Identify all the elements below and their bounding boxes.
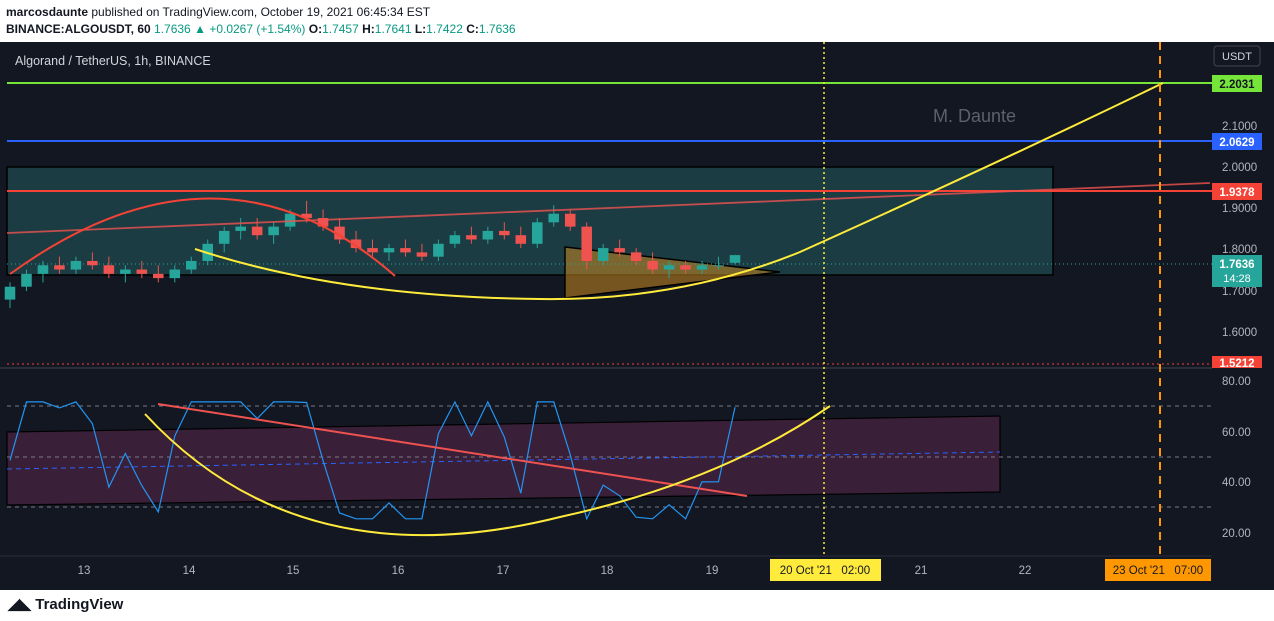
candle-body xyxy=(367,248,378,253)
last-price-label: 1.7636 xyxy=(1219,259,1254,271)
open-value: 1.7457 xyxy=(322,22,359,36)
time-marker-23oct: 23 Oct '21 07:00 xyxy=(1113,565,1203,577)
tradingview-logo[interactable]: ◢◣ TradingView xyxy=(8,595,123,613)
price-tick-1-8000: 1.8000 xyxy=(1222,244,1257,256)
price-change: +0.0267 (+1.54%) xyxy=(209,22,306,36)
low-label: L: xyxy=(414,22,427,36)
candle-body xyxy=(284,213,296,227)
price-tick-1-6000: 1.6000 xyxy=(1222,327,1257,339)
candle-body xyxy=(235,226,246,231)
candle-body xyxy=(466,235,477,240)
candle-body xyxy=(4,286,16,300)
time-tick-17: 17 xyxy=(497,565,510,577)
level-label-1-9378: 1.9378 xyxy=(1219,187,1255,199)
watermark: M. Daunte xyxy=(933,106,1016,126)
candle-body xyxy=(383,248,395,253)
candle-body xyxy=(103,265,115,274)
chart-legend-title[interactable]: Algorand / TetherUS, 1h, BINANCE xyxy=(15,54,211,68)
candle-body xyxy=(416,252,428,257)
candle-body xyxy=(499,230,510,236)
candle-body xyxy=(482,230,494,240)
low-value: 1.7422 xyxy=(426,22,463,36)
candle-body xyxy=(251,226,263,236)
candle-body xyxy=(21,273,32,287)
range-zone[interactable] xyxy=(6,166,1054,276)
time-tick-22: 22 xyxy=(1019,565,1032,577)
candle-body xyxy=(647,260,658,270)
price-tick-2-0000: 2.0000 xyxy=(1222,162,1257,174)
candle-body xyxy=(532,222,543,244)
candle-body xyxy=(564,213,576,227)
author-name[interactable]: marcosdaunte xyxy=(6,5,88,19)
last-price: 1.7636 xyxy=(154,22,191,36)
candle-body xyxy=(136,269,148,274)
candle-body xyxy=(70,260,82,270)
countdown-label: 14:28 xyxy=(1223,273,1251,285)
candle-body xyxy=(268,226,279,236)
price-tick-1-7000: 1.7000 xyxy=(1222,286,1257,298)
chart-svg[interactable]: USDT 2.1000 2.0000 1.9000 1.8000 1.7000 … xyxy=(0,42,1274,590)
candle-body xyxy=(153,273,164,279)
publish-text: published on TradingView.com, October 19… xyxy=(91,5,431,19)
candle-body xyxy=(433,243,444,257)
candle-body xyxy=(696,265,708,270)
high-label: H: xyxy=(362,22,375,36)
close-value: 1.7636 xyxy=(478,22,516,36)
candle-body xyxy=(597,248,609,261)
close-label: C: xyxy=(466,22,479,36)
high-value: 1.7641 xyxy=(374,22,412,36)
rsi-tick-20: 20.00 xyxy=(1222,528,1251,540)
candle-body xyxy=(614,248,625,253)
candle-body xyxy=(515,235,527,244)
candle-body xyxy=(400,248,411,253)
time-tick-18: 18 xyxy=(601,565,614,577)
candle-body xyxy=(680,265,691,270)
candle-body xyxy=(185,260,197,270)
tradingview-logo-text: TradingView xyxy=(35,596,124,613)
price-tick-2-1000: 2.1000 xyxy=(1222,121,1257,133)
rsi-tick-40: 40.00 xyxy=(1222,477,1251,489)
currency-label: USDT xyxy=(1222,51,1252,63)
tradingview-logo-icon: ◢◣ xyxy=(8,596,36,613)
symbol-line: BINANCE:ALGOUSDT, 60 xyxy=(6,22,151,36)
time-tick-19: 19 xyxy=(706,565,719,577)
candle-body xyxy=(120,269,131,274)
level-label-2-2031: 2.2031 xyxy=(1219,79,1255,91)
open-label: O: xyxy=(308,22,323,36)
level-label-1-5212: 1.5212 xyxy=(1219,358,1254,370)
chart-background xyxy=(0,42,1274,590)
rsi-tick-60: 60.00 xyxy=(1222,427,1251,439)
candle-body xyxy=(449,235,461,244)
candle-body xyxy=(630,252,642,261)
candle-body xyxy=(218,230,230,244)
time-marker-20oct: 20 Oct '21 02:00 xyxy=(780,565,870,577)
level-label-2-0629: 2.0629 xyxy=(1219,137,1254,149)
candle-body xyxy=(729,255,741,263)
candle-body xyxy=(37,265,49,274)
price-tick-1-9000: 1.9000 xyxy=(1222,203,1257,215)
time-tick-16: 16 xyxy=(392,565,405,577)
candle-body xyxy=(54,265,65,270)
candle-body xyxy=(169,269,181,279)
candle-body xyxy=(663,265,675,270)
footer: ◢◣ TradingView xyxy=(0,590,1274,621)
candle-body xyxy=(713,265,724,267)
time-tick-15: 15 xyxy=(287,565,300,577)
chart-area[interactable]: USDT 2.1000 2.0000 1.9000 1.8000 1.7000 … xyxy=(0,42,1274,590)
publish-header: marcosdaunte published on TradingView.co… xyxy=(0,0,1274,42)
time-tick-14: 14 xyxy=(183,565,196,577)
rsi-tick-80: 80.00 xyxy=(1222,376,1251,388)
time-tick-21: 21 xyxy=(915,565,928,577)
candle-body xyxy=(87,260,98,266)
candle-body xyxy=(581,226,592,261)
time-tick-13: 13 xyxy=(78,565,91,577)
candle-body xyxy=(548,213,560,223)
up-arrow-icon: ▲ xyxy=(194,22,206,36)
publish-info: marcosdaunte published on TradingView.co… xyxy=(6,5,430,19)
ohlc-line: BINANCE:ALGOUSDT, 60 1.7636 ▲ +0.0267 (+… xyxy=(6,22,516,36)
